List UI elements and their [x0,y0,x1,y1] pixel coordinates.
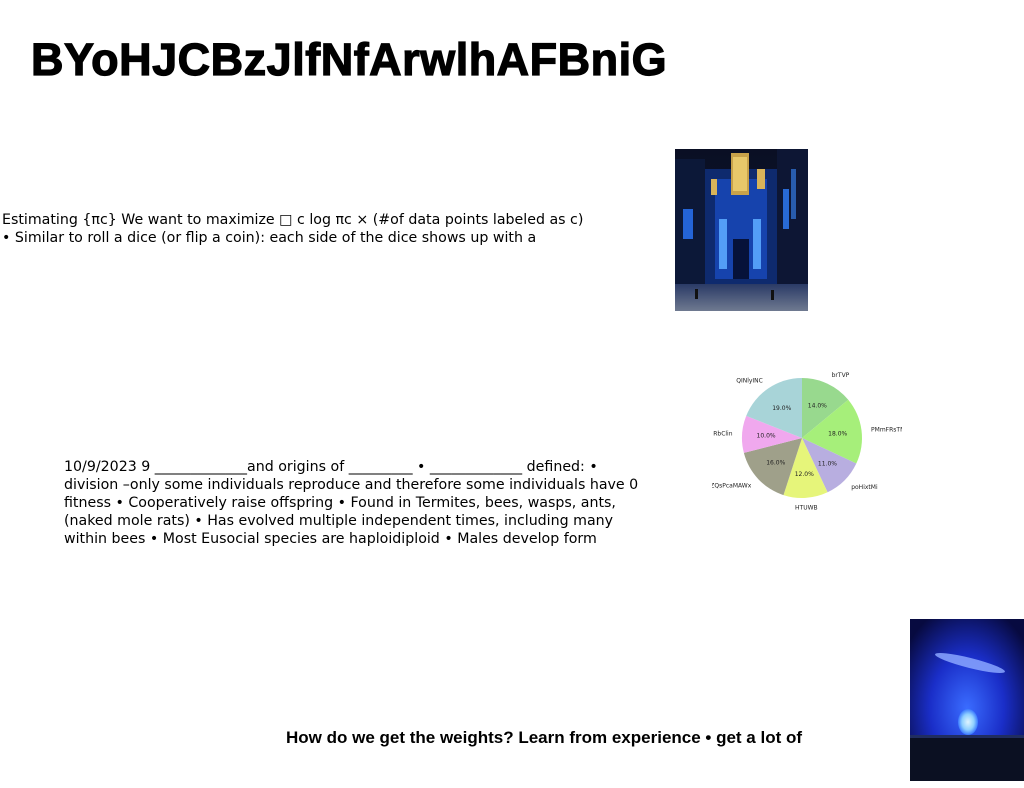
pie-category-label: HTUWB [795,504,818,511]
pie-value-label: 12.0% [795,471,814,478]
pie-value-label: 10.0% [757,433,776,440]
text-block-weights: How do we get the weights? Learn from ex… [286,728,803,747]
city-night-photo [675,149,808,311]
page-title: BYoHJCBzJlfNfArwlhAFBniG [30,33,668,85]
pie-value-label: 16.0% [766,460,785,467]
pie-value-label: 14.0% [808,402,827,409]
blue-lamp-photo [910,619,1024,781]
pie-value-label: 11.0% [818,460,837,467]
pie-category-label: RbClin [713,431,733,438]
city-night-illustration [675,149,808,311]
pie-category-label: PMmFRsTN [871,426,902,433]
text-block-estimating: Estimating {πc} We want to maximize □ c … [2,212,584,246]
pie-chart: 14.0% brTVP 18.0% PMmFRsTN 11.0% poHixtMi 12.0… [710,345,904,540]
pie-category-label: brTVP [832,372,850,379]
pie-category-label: poHixtMi [851,484,878,491]
pie-value-label: 19.0% [772,405,791,412]
text-block-eusocial: 10/9/2023 9 _____________and origins of … [64,459,639,547]
pie-chart-svg: 14.0% brTVP 18.0% PMmFRsTN 11.0% poHixtMi 12.0… [710,372,904,511]
pie-category-label: ZQsPcaMAWx [712,483,752,490]
pie-value-label: 18.0% [828,430,847,437]
pie-category-label: QINlyINC [736,377,763,384]
blue-lamp-illustration [910,619,1024,781]
